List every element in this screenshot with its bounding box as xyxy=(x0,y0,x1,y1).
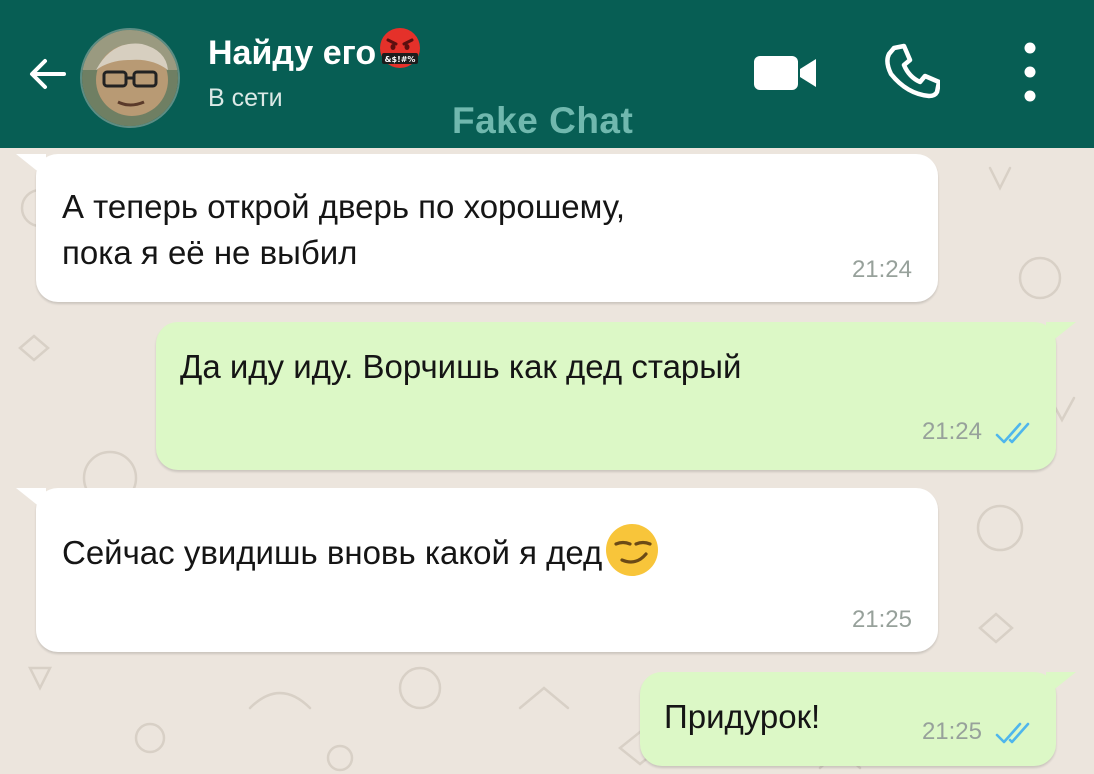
fake-chat-watermark: Fake Chat xyxy=(452,100,634,141)
message-timestamp: 21:24 xyxy=(851,256,912,283)
contact-name[interactable]: Найду его &$!#% xyxy=(208,26,422,79)
incoming-message-bubble[interactable]: А теперь открой дверь по хорошему, пока … xyxy=(16,154,938,302)
message-text: пока я её не выбил xyxy=(62,234,358,271)
message-timestamp: 21:24 xyxy=(921,418,982,445)
back-arrow-icon[interactable] xyxy=(24,50,72,98)
message-text: Придурок! xyxy=(664,698,821,735)
contact-name-text: Найду его xyxy=(208,34,377,72)
chat-header: Найду его &$!#% В сети Fake Chat xyxy=(0,0,1094,148)
outgoing-message-bubble[interactable]: Да иду иду. Ворчишь как дед старый 21:24 xyxy=(156,322,1076,470)
message-timestamp: 21:25 xyxy=(921,718,982,745)
outgoing-message-bubble[interactable]: Придурок! 21:25 xyxy=(640,672,1076,766)
message-timestamp: 21:25 xyxy=(851,606,912,633)
more-options-icon[interactable] xyxy=(1004,36,1056,108)
message-text: Да иду иду. Ворчишь как дед старый xyxy=(180,348,742,385)
read-receipt-icon xyxy=(995,422,1030,444)
bubble-tail xyxy=(16,488,46,512)
bubble-tail xyxy=(1046,322,1076,346)
read-receipt-icon xyxy=(995,722,1030,744)
bubble-tail xyxy=(1046,672,1076,696)
incoming-message-bubble[interactable]: Сейчас увидишь вновь какой я дед 21:25 xyxy=(16,488,938,652)
online-status: В сети xyxy=(208,84,283,112)
bubble-tail xyxy=(16,154,46,178)
message-text-content: Сейчас увидишь вновь какой я дед xyxy=(62,534,603,571)
message-text: Сейчас увидишь вновь какой я дед xyxy=(62,522,660,590)
contact-avatar[interactable] xyxy=(80,28,180,128)
smirking-face-emoji xyxy=(604,522,660,590)
emoji-symbols: &$!#% xyxy=(385,55,416,64)
video-call-icon[interactable] xyxy=(750,42,822,102)
avatar-photo xyxy=(82,30,178,126)
face-with-symbols-on-mouth-emoji: &$!#% xyxy=(378,26,422,79)
message-text: А теперь открой дверь по хорошему, xyxy=(62,188,626,225)
voice-call-icon[interactable] xyxy=(880,40,940,100)
